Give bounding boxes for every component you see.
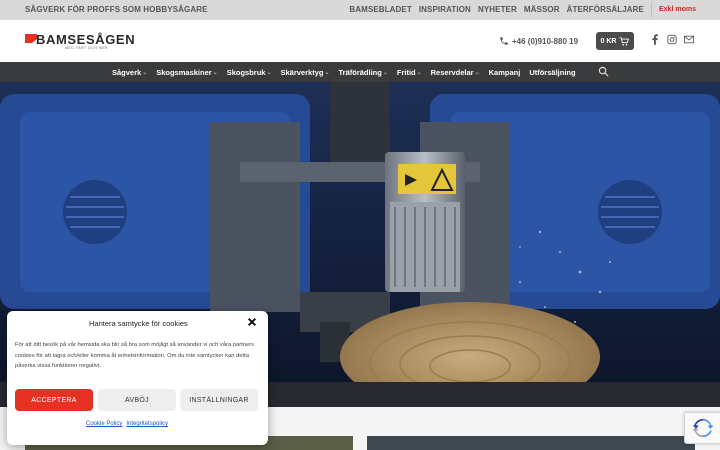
nav-item-label: Reservdelar [430,68,474,77]
facebook-icon[interactable] [650,34,660,45]
cart-button[interactable]: 0 KR [596,32,634,50]
nav-item-skogsbruk[interactable]: Skogsbruk ⌄ [227,68,272,77]
top-bar: SÅGVERK FÖR PROFFS SOM HOBBYSÅGARE BAMSE… [0,0,720,20]
cart-icon [619,36,630,46]
top-link-inspiration[interactable]: INSPIRATION [419,5,471,14]
chevron-down-icon: ⌄ [416,70,422,76]
nav-item-label: Fritid [396,68,416,77]
privacy-policy-link[interactable]: Integritetspolicy [126,421,168,427]
cookie-dialog-title: Hantera samtycke för cookies [89,319,188,328]
chevron-down-icon: ⌄ [266,70,272,76]
phone-icon [500,37,508,45]
nav-item-label: Utförsäljning [529,68,576,77]
chevron-down-icon: ⌄ [142,70,148,76]
site-header: BAMSESÅGEN MED FART OCH MER +46 (0)910-8… [0,20,720,62]
cart-total: 0 KR [600,37,617,45]
nav-item-label: Sågverk [112,68,142,77]
top-links: BAMSEBLADET INSPIRATION NYHETER MÄSSOR Å… [349,5,644,14]
deny-cookies-button[interactable]: AVBÖJ [98,389,176,411]
logo-subtext: MED FART OCH MER [65,46,109,50]
phone-contact[interactable]: +46 (0)910-880 19 [499,36,578,46]
chevron-down-icon: ⌄ [382,70,388,76]
nav-item-label: Skogsmaskiner [156,68,212,77]
top-link-nyheter[interactable]: NYHETER [478,5,517,14]
main-nav: Sågverk ⌄ Skogsmaskiner ⌄ Skogsbruk ⌄ Skärv… [0,62,720,82]
nav-item-label: Träförädling [338,68,382,77]
nav-item-label: Kampanj [488,68,521,77]
accept-cookies-button[interactable]: ACCEPTERA [15,389,93,411]
email-icon[interactable] [684,34,694,45]
nav-item-sagverk[interactable]: Sågverk ⌄ [112,68,147,77]
nav-item-utforsaljning[interactable]: Utförsäljning [529,68,575,77]
instagram-icon[interactable] [667,34,677,45]
site-logo[interactable]: BAMSESÅGEN MED FART OCH MER [25,32,145,54]
recaptcha-icon [692,418,713,438]
cookie-dialog-text: För att ditt besök på vår hemsida ska bl… [15,342,255,369]
nav-item-label: Skärverktyg [280,68,324,77]
nav-item-kampanj[interactable]: Kampanj [489,68,521,77]
nav-item-skogsmaskiner[interactable]: Skogsmaskiner ⌄ [156,68,217,77]
top-link-massor[interactable]: MÄSSOR [524,5,560,14]
nav-item-traforadling[interactable]: Träförädling ⌄ [338,68,387,77]
nav-item-label: Skogsbruk [226,68,266,77]
vat-toggle[interactable]: Exkl moms [659,6,696,13]
recaptcha-badge[interactable] [684,412,720,444]
nav-item-reservdelar[interactable]: Reservdelar ⌄ [431,68,480,77]
cookie-policy-link[interactable]: Cookie Policy [86,421,122,427]
close-icon[interactable] [247,317,257,327]
cookie-policy-links: Cookie Policy Integritetspolicy [86,421,168,427]
top-link-bamsebladet[interactable]: BAMSEBLADET [349,5,411,14]
chevron-down-icon: ⌄ [474,70,480,76]
cookie-consent-dialog: Hantera samtycke för cookies För att dit… [7,311,268,445]
nav-item-fritid[interactable]: Fritid ⌄ [397,68,422,77]
search-icon[interactable] [598,66,609,77]
top-link-aterforsaljare[interactable]: ÅTERFÖRSÄLJARE [567,5,644,14]
chevron-down-icon: ⌄ [212,70,218,76]
top-bar-divider [651,3,652,17]
chevron-down-icon: ⌄ [324,70,330,76]
tagline: SÅGVERK FÖR PROFFS SOM HOBBYSÅGARE [25,5,208,14]
social-links [650,34,694,45]
logo-text: BAMSESÅGEN [36,32,136,47]
phone-number: +46 (0)910-880 19 [512,36,579,46]
feature-card-image[interactable] [367,436,695,450]
cookie-settings-button[interactable]: INSTÄLLNINGAR [180,389,258,411]
nav-item-skarverktyg[interactable]: Skärverktyg ⌄ [281,68,330,77]
